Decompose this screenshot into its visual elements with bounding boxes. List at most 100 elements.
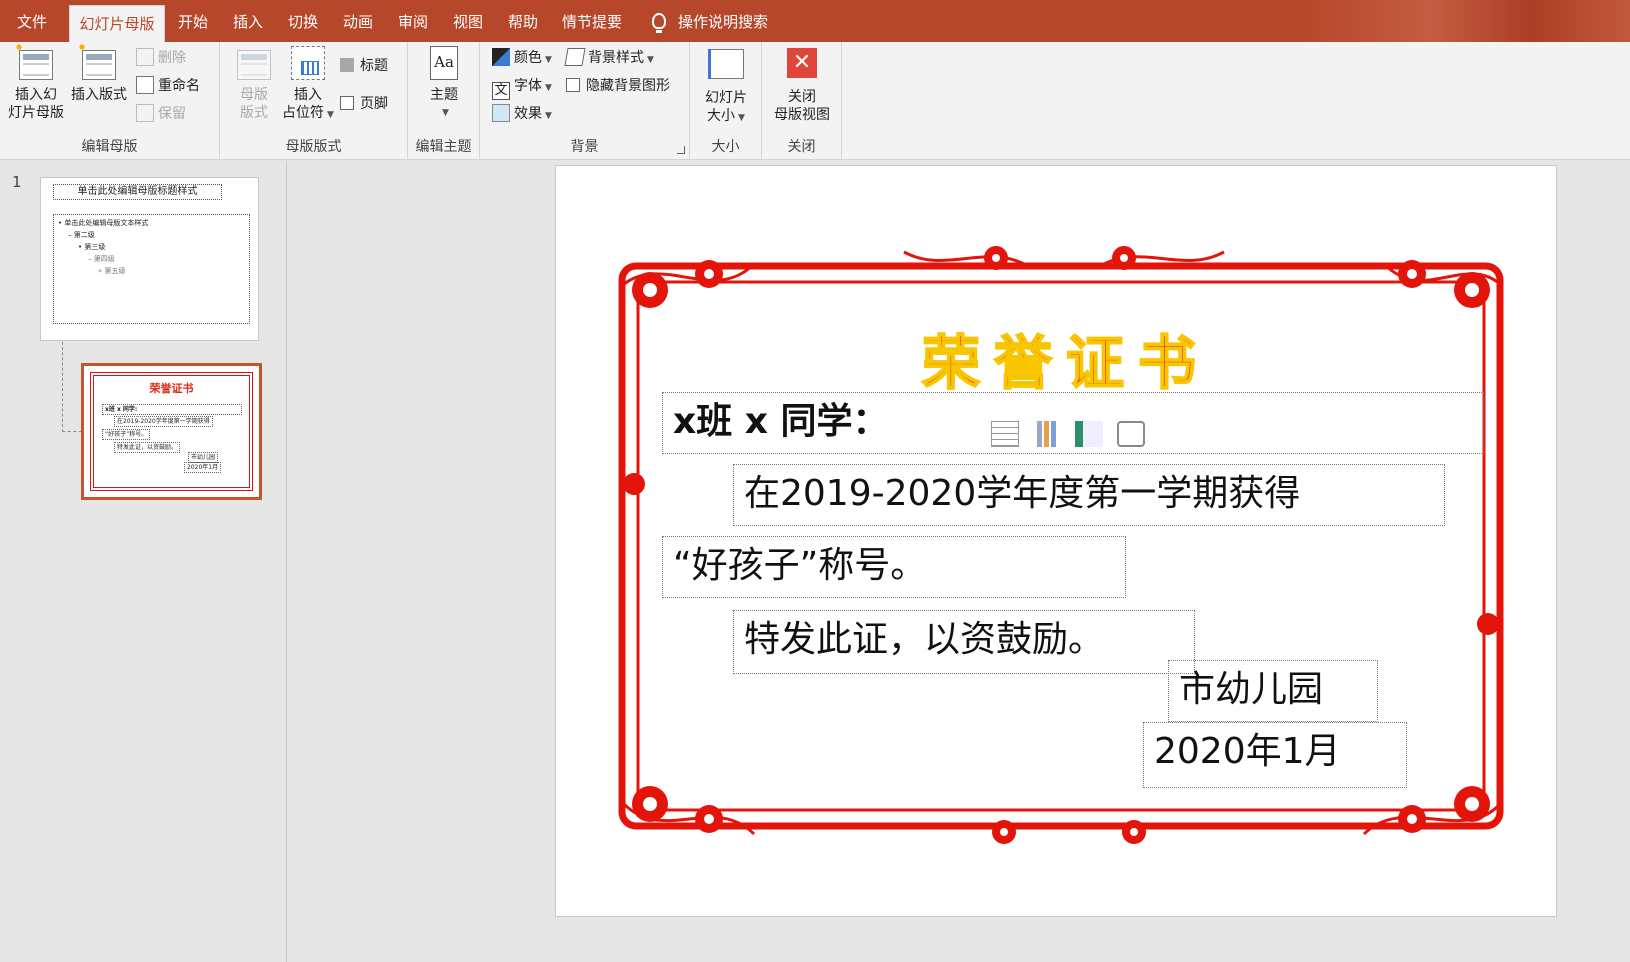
recipient-text-box[interactable]: x班 x 同学： — [662, 392, 1484, 454]
tab-storyboard[interactable]: 情节提要 — [556, 0, 628, 42]
close-master-label-1: 关闭 — [788, 89, 816, 105]
insert-smartart-icon[interactable] — [1075, 421, 1103, 447]
insert-layout-button[interactable]: 插入版式 — [68, 42, 130, 104]
insert-layout-label: 插入版式 — [71, 87, 127, 103]
title-award-text-box[interactable]: “好孩子”称号。 — [662, 536, 1126, 598]
effects-label: 效果 — [514, 106, 542, 122]
master-layout-icon — [236, 46, 272, 82]
insert-placeholder-button[interactable]: 插入 占位符 ▼ — [280, 46, 336, 124]
group-size: 幻灯片 大小 ▼ 大小 — [690, 42, 762, 160]
ribbon-tab-bar: 文件 幻灯片母版 开始 插入 切换 动画 审阅 视图 帮助 情节提要 操作说明搜… — [0, 0, 1630, 42]
thumbnail-title: 荣誉证书 — [149, 382, 194, 395]
thumbnail-connector — [62, 342, 82, 432]
tab-review[interactable]: 审阅 — [391, 0, 435, 42]
close-master-label-2: 母版视图 — [774, 107, 830, 123]
fonts-button[interactable]: 文字体 ▼ — [492, 74, 552, 100]
insert-slide-master-label-1: 插入幻 — [15, 87, 57, 103]
group-edit-master: 插入幻 灯片母版 插入版式 删除 重命名 保留 编辑母版 — [0, 42, 220, 160]
lightbulb-icon — [652, 13, 666, 33]
themes-label: 主题 — [430, 87, 458, 103]
thumbnail-line-6: 2020年1月 — [184, 462, 222, 473]
group-label-size: 大小 — [711, 139, 740, 155]
preserve-label: 保留 — [158, 106, 186, 122]
title-checkbox-label: 标题 — [360, 58, 388, 74]
rename-label: 重命名 — [158, 78, 200, 94]
group-label-edit-master: 编辑母版 — [81, 139, 138, 155]
slide-master-thumbnail[interactable]: 单击此处编辑母版标题样式 • 单击此处编辑母版文本样式 – 第二级 • 第三级 … — [40, 177, 259, 341]
themes-button[interactable]: Aa 主题 ▼ — [420, 46, 468, 122]
group-label-master-layout: 母版版式 — [285, 139, 342, 155]
title-bar-decoration — [1300, 0, 1630, 42]
background-styles-button[interactable]: 背景样式 ▼ — [564, 46, 654, 70]
insert-table-icon[interactable] — [991, 421, 1019, 447]
colors-label: 颜色 — [514, 50, 542, 66]
delete-label: 删除 — [158, 50, 186, 66]
group-label-edit-theme: 编辑主题 — [415, 139, 472, 155]
content-placeholder-icons — [991, 407, 1159, 465]
footer-checkbox-box[interactable] — [340, 96, 354, 110]
master-layout-label-2: 版式 — [240, 105, 268, 121]
preserve-button[interactable]: 保留 — [136, 102, 186, 126]
insert-slide-master-button[interactable]: 插入幻 灯片母版 — [6, 42, 66, 122]
slide-canvas[interactable]: 荣誉证书 x班 x 同学： 在2019-2020学年度第一学期获得 “好孩子”称… — [555, 165, 1557, 917]
master-level-2: – 第二级 — [68, 231, 95, 239]
hide-background-graphics-box[interactable] — [566, 78, 580, 92]
footer-checkbox-label: 页脚 — [360, 96, 388, 112]
delete-icon — [136, 48, 154, 66]
certificate-title[interactable]: 荣誉证书 — [856, 316, 1276, 400]
master-level-1: • 单击此处编辑母版文本样式 — [58, 219, 149, 227]
master-body-placeholder: • 单击此处编辑母版文本样式 – 第二级 • 第三级 – 第四级 » 第五级 — [53, 214, 250, 324]
tab-view[interactable]: 视图 — [446, 0, 490, 42]
effects-icon — [492, 104, 510, 122]
themes-icon: Aa — [426, 46, 462, 82]
fonts-icon: 文 — [492, 82, 510, 100]
tab-file[interactable]: 文件 — [6, 0, 58, 42]
group-edit-theme: Aa 主题 ▼ 编辑主题 — [408, 42, 480, 160]
master-level-3: • 第三级 — [78, 243, 106, 251]
background-styles-icon — [564, 48, 586, 66]
achievement-text-box[interactable]: 在2019-2020学年度第一学期获得 — [733, 464, 1445, 526]
delete-button[interactable]: 删除 — [136, 46, 186, 70]
thumbnail-line-2: 在2019-2020学年度第一学期获得 — [114, 416, 213, 427]
encouragement-text-box[interactable]: 特发此证，以资鼓励。 — [733, 610, 1195, 674]
hide-background-graphics-label: 隐藏背景图形 — [586, 78, 670, 94]
title-checkbox-box[interactable] — [340, 58, 354, 72]
insert-placeholder-label-1: 插入 — [294, 87, 322, 103]
master-layout-button[interactable]: 母版 版式 — [230, 46, 278, 122]
footer-checkbox[interactable]: 页脚 — [340, 92, 388, 116]
colors-icon — [492, 48, 510, 66]
slide-size-label-2: 大小 ▼ — [707, 108, 745, 124]
slide-thumbnail-pane[interactable]: 1 单击此处编辑母版标题样式 • 单击此处编辑母版文本样式 – 第二级 • 第三… — [0, 161, 287, 962]
title-checkbox[interactable]: 标题 — [340, 54, 388, 78]
tab-help[interactable]: 帮助 — [501, 0, 545, 42]
preserve-icon — [136, 104, 154, 122]
insert-3d-model-icon[interactable] — [1117, 421, 1145, 447]
tab-home[interactable]: 开始 — [171, 0, 215, 42]
hide-background-graphics-checkbox[interactable]: 隐藏背景图形 — [566, 74, 670, 98]
slide-editing-area: 荣誉证书 x班 x 同学： 在2019-2020学年度第一学期获得 “好孩子”称… — [288, 161, 1630, 962]
close-master-view-button[interactable]: ✕ 关闭 母版视图 — [770, 46, 834, 124]
insert-slide-master-label-2: 灯片母版 — [8, 105, 64, 121]
rename-button[interactable]: 重命名 — [136, 74, 200, 98]
tab-animations[interactable]: 动画 — [336, 0, 380, 42]
tab-insert[interactable]: 插入 — [226, 0, 270, 42]
thumbnail-line-1: x班 x 同学: — [102, 404, 242, 415]
master-level-5: » 第五级 — [98, 267, 126, 275]
slide-size-button[interactable]: 幻灯片 大小 ▼ — [698, 46, 754, 127]
effects-button[interactable]: 效果 ▼ — [492, 102, 552, 126]
layout-thumbnail-selected[interactable]: 荣誉证书 x班 x 同学: 在2019-2020学年度第一学期获得 “好孩子”称… — [81, 363, 262, 500]
tab-transitions[interactable]: 切换 — [281, 0, 325, 42]
insert-placeholder-label-2: 占位符 ▼ — [282, 105, 334, 121]
master-layout-label-1: 母版 — [240, 87, 268, 103]
colors-button[interactable]: 颜色 ▼ — [492, 46, 552, 70]
slide-size-label-1: 幻灯片 — [705, 90, 747, 106]
tell-me-label: 操作说明搜索 — [678, 13, 769, 31]
tell-me-search[interactable]: 操作说明搜索 — [652, 0, 768, 42]
master-level-4: – 第四级 — [88, 255, 115, 263]
issuer-text-box[interactable]: 市幼儿园 — [1168, 660, 1378, 722]
date-text-box[interactable]: 2020年1月 — [1143, 722, 1407, 788]
background-dialog-launcher-icon[interactable] — [677, 146, 685, 154]
insert-chart-icon[interactable] — [1033, 421, 1061, 447]
ribbon: 插入幻 灯片母版 插入版式 删除 重命名 保留 编辑母版 母版 版式 插入 占位… — [0, 42, 1630, 160]
tab-slide-master[interactable]: 幻灯片母版 — [69, 5, 165, 42]
